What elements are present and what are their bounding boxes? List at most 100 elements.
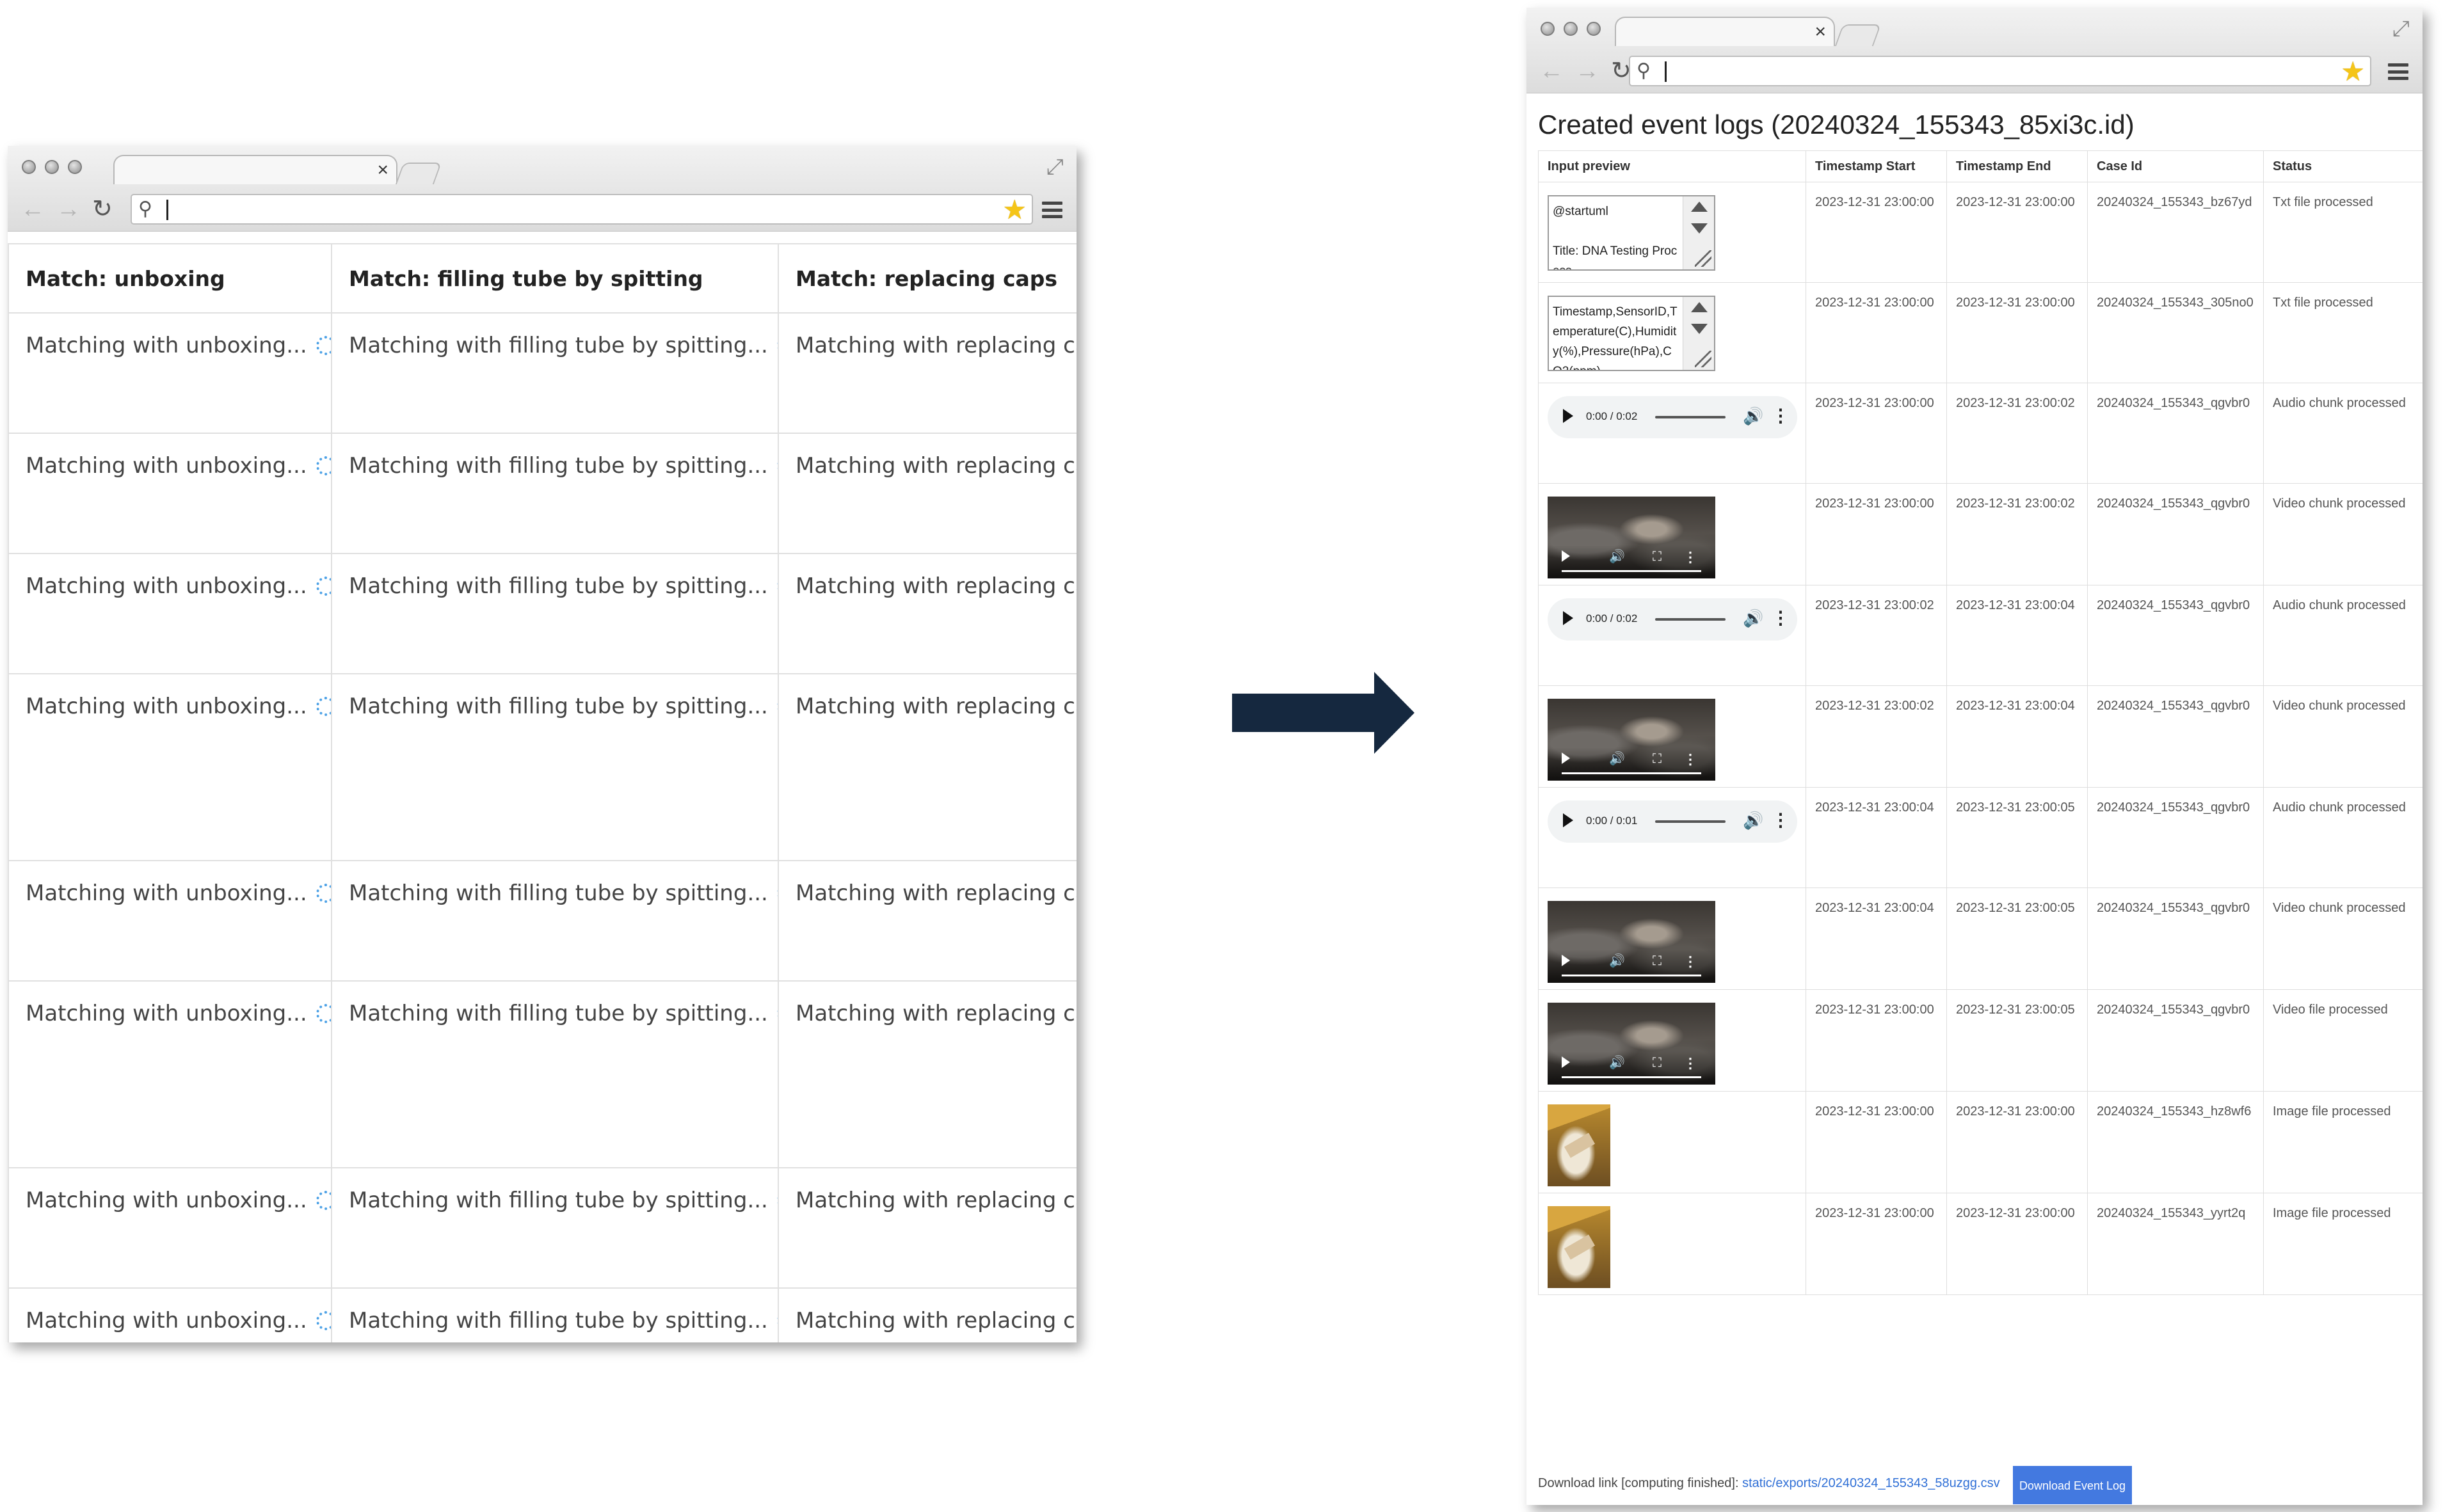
maximize-icon[interactable]: ⤢ <box>2392 17 2410 42</box>
new-tab-button[interactable] <box>1834 24 1882 46</box>
download-link[interactable]: static/exports/20240324_155343_58uzgg.cs… <box>1742 1476 2000 1490</box>
resize-handle-icon[interactable] <box>1695 250 1711 267</box>
text-caret <box>1665 61 1667 82</box>
volume-icon[interactable]: 🔊 <box>1743 609 1763 628</box>
input-preview-cell: 🔊 ⛶ ⋮ <box>1538 685 1806 788</box>
match-cell: Matching with unboxing... <box>8 1287 332 1342</box>
reload-icon[interactable]: ↻ <box>92 196 113 222</box>
maximize-icon[interactable]: ⤢ <box>1046 155 1064 180</box>
column-header: Timestamp Start <box>1806 150 1947 182</box>
scroll-down-icon[interactable] <box>1691 324 1708 334</box>
match-cell: Matching with replacing cap <box>778 860 1077 982</box>
volume-icon[interactable]: 🔊 <box>1609 751 1625 767</box>
scrollbar[interactable] <box>1683 297 1714 370</box>
window-close-button[interactable] <box>22 160 36 174</box>
volume-icon[interactable]: 🔊 <box>1609 953 1625 969</box>
match-status-text: Matching with filling tube by spitting..… <box>349 1308 768 1333</box>
match-status-text: Matching with replacing cap <box>796 694 1077 719</box>
input-preview-cell: 🔊 ⛶ ⋮ <box>1538 483 1806 585</box>
address-bar[interactable]: ⚲ ★ <box>131 194 1033 225</box>
window-minimize-button[interactable] <box>45 160 59 174</box>
video-progress-bar[interactable] <box>1562 772 1701 774</box>
browser-tab[interactable]: × <box>113 155 397 184</box>
text-preview-box[interactable]: @startuml Title: DNA Testing Process <box>1548 195 1715 271</box>
fullscreen-icon[interactable]: ⛶ <box>1653 752 1662 767</box>
input-preview-cell: 🔊 ⛶ ⋮ <box>1538 887 1806 990</box>
audio-player[interactable]: 0:00 / 0:02 🔊 ⋮ <box>1548 598 1797 641</box>
address-bar[interactable]: ⚲ ★ <box>1629 56 2371 86</box>
audio-progress-bar[interactable] <box>1655 820 1726 823</box>
browser-tab[interactable]: × <box>1615 17 1835 46</box>
video-player[interactable]: 🔊 ⛶ ⋮ <box>1548 901 1715 983</box>
download-event-log-button[interactable]: Download Event Log <box>2013 1466 2132 1504</box>
fullscreen-icon[interactable]: ⛶ <box>1653 954 1662 969</box>
audio-progress-bar[interactable] <box>1655 618 1726 621</box>
play-icon[interactable] <box>1563 409 1573 423</box>
play-icon[interactable] <box>1562 1056 1570 1068</box>
forward-arrow-icon[interactable]: → <box>1575 58 1599 84</box>
volume-icon[interactable]: 🔊 <box>1609 1054 1625 1070</box>
new-tab-button[interactable] <box>395 163 442 184</box>
star-icon[interactable]: ★ <box>1002 194 1027 225</box>
scroll-up-icon[interactable] <box>1691 302 1708 312</box>
timestamp-end: 2023-12-31 23:00:04 <box>1946 585 2088 686</box>
fullscreen-icon[interactable]: ⛶ <box>1653 1056 1662 1070</box>
match-cell: Matching with filling tube by spitting..… <box>331 1287 779 1342</box>
arrow-icon <box>1232 672 1414 754</box>
scrollbar[interactable] <box>1683 196 1714 269</box>
video-progress-bar[interactable] <box>1562 975 1701 976</box>
more-icon[interactable]: ⋮ <box>1683 953 1697 970</box>
video-player[interactable]: 🔊 ⛶ ⋮ <box>1548 497 1715 578</box>
window-minimize-button[interactable] <box>1564 22 1578 36</box>
video-player[interactable]: 🔊 ⛶ ⋮ <box>1548 699 1715 781</box>
fullscreen-icon[interactable]: ⛶ <box>1653 550 1662 564</box>
status-text: Image file processed <box>2263 1193 2423 1295</box>
more-icon[interactable]: ⋮ <box>1772 405 1790 426</box>
volume-icon[interactable]: 🔊 <box>1743 406 1763 426</box>
window-close-button[interactable] <box>1541 22 1555 36</box>
input-preview-cell: 0:00 / 0:02 🔊 ⋮ <box>1538 383 1806 484</box>
more-icon[interactable]: ⋮ <box>1683 751 1697 768</box>
column-header: Match: unboxing <box>8 243 332 314</box>
more-icon[interactable]: ⋮ <box>1683 1055 1697 1072</box>
text-preview-box[interactable]: Timestamp,SensorID,Temperature(C),Humidi… <box>1548 296 1715 371</box>
play-icon[interactable] <box>1562 550 1570 562</box>
more-icon[interactable]: ⋮ <box>1772 607 1790 628</box>
close-icon[interactable]: × <box>377 159 388 182</box>
event-log-page: Created event logs (20240324_155343_85xi… <box>1526 93 2423 1505</box>
match-cell: Matching with replacing cap <box>778 433 1077 554</box>
video-progress-bar[interactable] <box>1562 570 1701 572</box>
volume-icon[interactable]: 🔊 <box>1609 548 1625 564</box>
back-arrow-icon[interactable]: ← <box>1539 58 1564 84</box>
window-zoom-button[interactable] <box>1587 22 1601 36</box>
spinner-icon <box>316 456 330 475</box>
more-icon[interactable]: ⋮ <box>1772 809 1790 831</box>
resize-handle-icon[interactable] <box>1695 351 1711 367</box>
menu-icon[interactable] <box>2388 63 2408 80</box>
case-id: 20240324_155343_yyrt2q <box>2087 1193 2264 1295</box>
scroll-down-icon[interactable] <box>1691 223 1708 234</box>
more-icon[interactable]: ⋮ <box>1683 549 1697 566</box>
audio-player[interactable]: 0:00 / 0:02 🔊 ⋮ <box>1548 396 1797 438</box>
audio-progress-bar[interactable] <box>1655 416 1726 418</box>
star-icon[interactable]: ★ <box>2341 56 2365 87</box>
video-progress-bar[interactable] <box>1562 1076 1701 1078</box>
match-cell: Matching with replacing cap <box>778 1167 1077 1289</box>
menu-icon[interactable] <box>1042 202 1062 218</box>
volume-icon[interactable]: 🔊 <box>1743 811 1763 831</box>
video-player[interactable]: 🔊 ⛶ ⋮ <box>1548 1003 1715 1085</box>
window-zoom-button[interactable] <box>68 160 82 174</box>
play-icon[interactable] <box>1562 955 1570 966</box>
play-icon[interactable] <box>1563 813 1573 827</box>
scroll-up-icon[interactable] <box>1691 202 1708 212</box>
back-arrow-icon[interactable]: ← <box>20 196 45 222</box>
audio-player[interactable]: 0:00 / 0:01 🔊 ⋮ <box>1548 800 1797 843</box>
close-icon[interactable]: × <box>1814 20 1826 44</box>
forward-arrow-icon[interactable]: → <box>56 196 81 222</box>
event-log-table: Input preview Timestamp Start Timestamp … <box>1538 150 2423 1295</box>
match-cell: Matching with filling tube by spitting..… <box>331 553 779 674</box>
play-icon[interactable] <box>1563 611 1573 625</box>
timestamp-start: 2023-12-31 23:00:00 <box>1806 989 1947 1092</box>
play-icon[interactable] <box>1562 752 1570 764</box>
timestamp-start: 2023-12-31 23:00:00 <box>1806 282 1947 383</box>
